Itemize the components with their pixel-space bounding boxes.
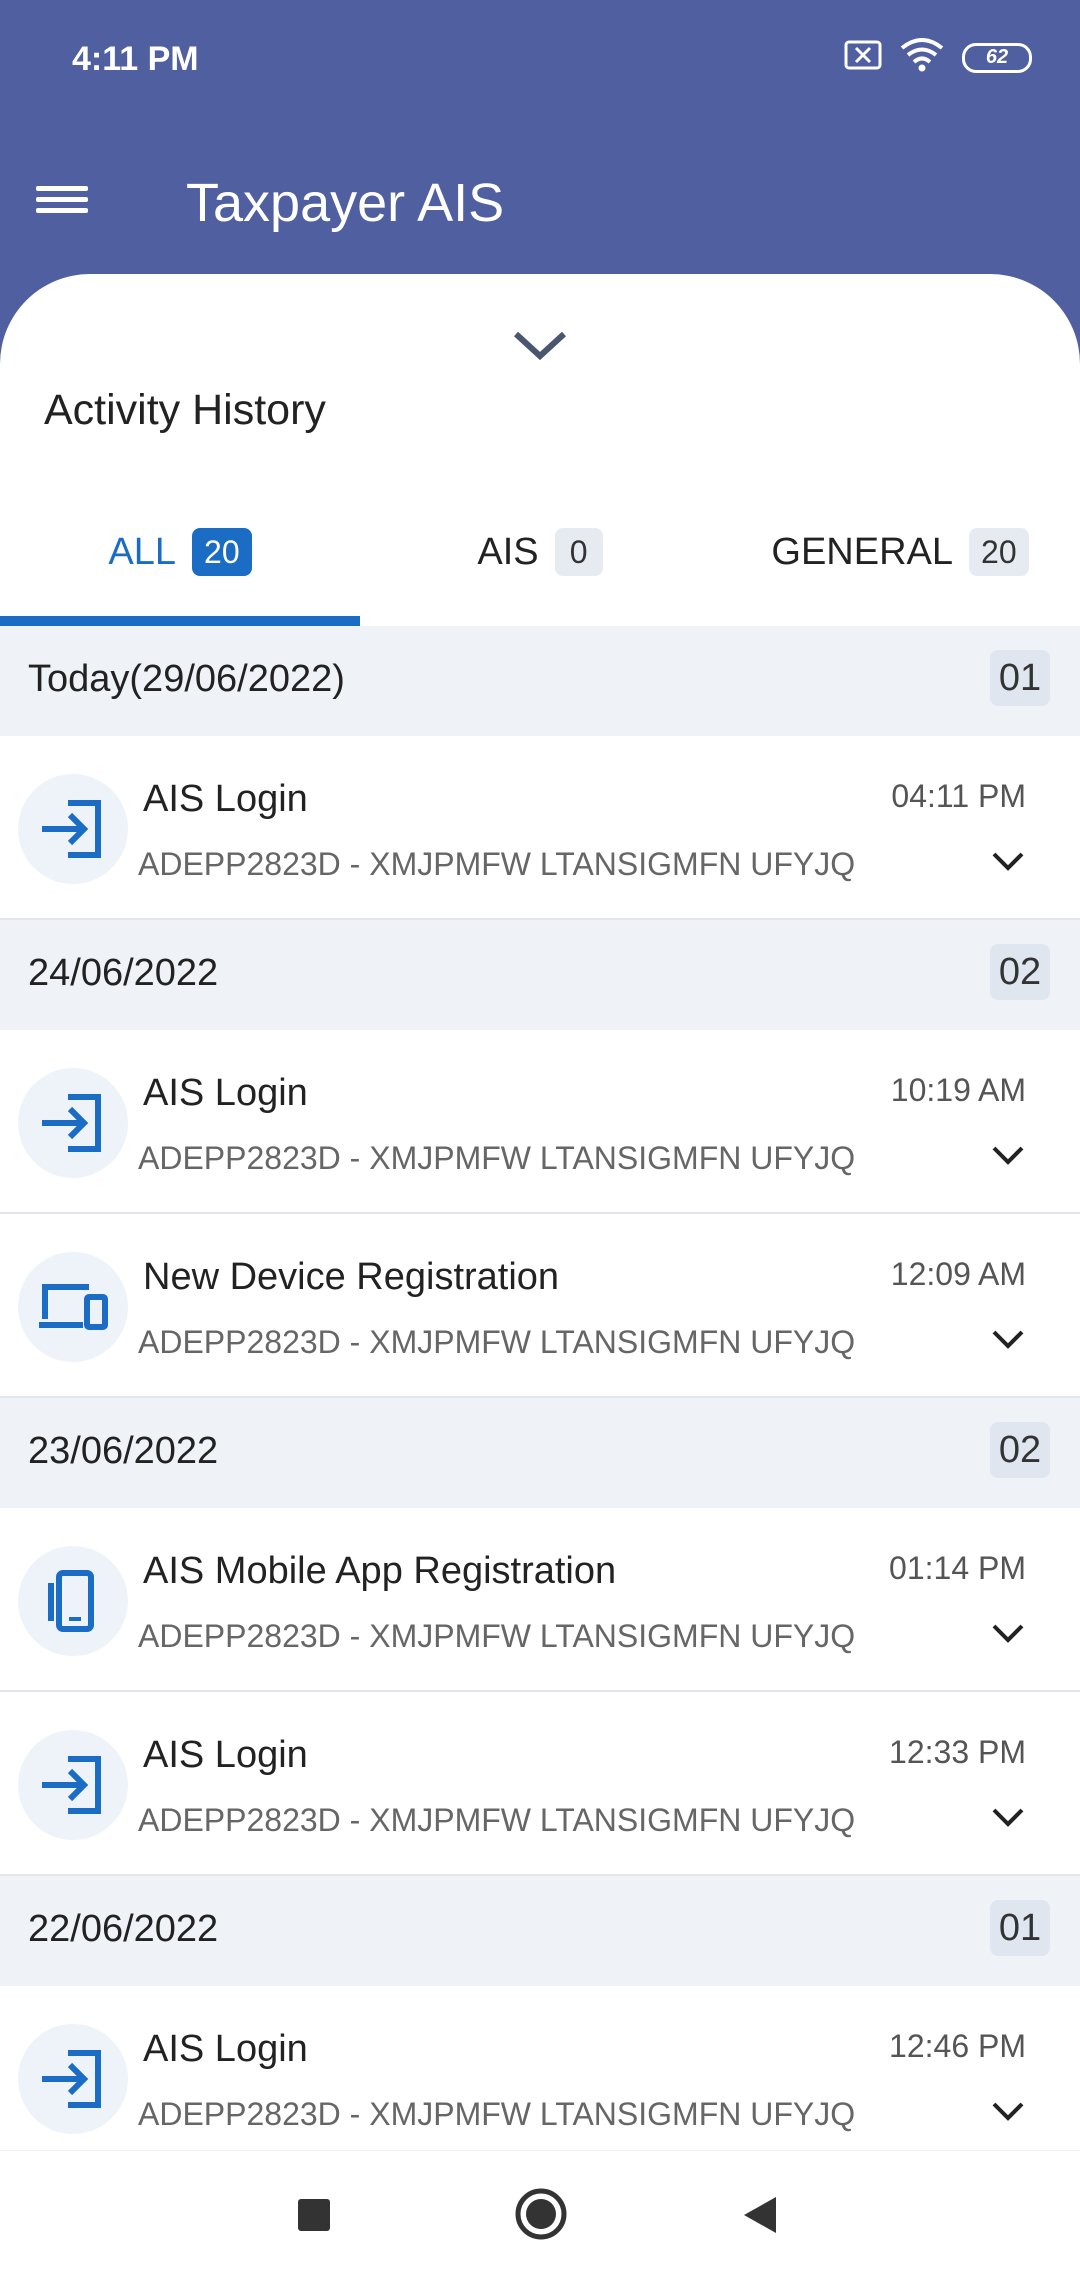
status-icons: 62	[844, 38, 1032, 77]
login-icon	[18, 1068, 128, 1178]
item-subtitle: ADEPP2823D - XMJPMFW LTANSIGMFN UFYJQ	[138, 846, 856, 882]
tab-label: ALL	[108, 530, 177, 573]
recents-button[interactable]	[296, 2197, 332, 2238]
item-title: AIS Login	[143, 2028, 308, 2070]
tab-label: AIS	[477, 530, 539, 573]
tab-count: 20	[192, 528, 252, 576]
item-subtitle: ADEPP2823D - XMJPMFW LTANSIGMFN UFYJQ	[138, 1802, 856, 1838]
menu-icon-bar	[36, 208, 88, 213]
item-title: AIS Login	[143, 1734, 308, 1776]
item-title: New Device Registration	[143, 1256, 560, 1298]
sim-off-icon	[844, 40, 882, 75]
login-icon	[18, 2024, 128, 2134]
group-header: Today(29/06/2022) 01	[0, 626, 1080, 736]
tab-count: 20	[969, 528, 1029, 576]
item-subtitle: ADEPP2823D - XMJPMFW LTANSIGMFN UFYJQ	[138, 1140, 856, 1176]
item-time: 04:11 PM	[891, 778, 1026, 814]
expand-button[interactable]	[988, 1802, 1028, 1832]
group-count: 01	[990, 650, 1050, 706]
item-title: AIS Login	[143, 1072, 308, 1114]
list-item[interactable]: AIS Login ADEPP2823D - XMJPMFW LTANSIGMF…	[0, 1986, 1080, 2150]
group-date: 24/06/2022	[28, 952, 219, 994]
group-count: 02	[990, 1422, 1050, 1478]
tab-general[interactable]: GENERAL 20	[720, 492, 1080, 612]
chevron-down-icon	[513, 331, 567, 361]
item-subtitle: ADEPP2823D - XMJPMFW LTANSIGMFN UFYJQ	[138, 1618, 856, 1654]
system-navbar	[0, 2150, 1080, 2280]
group-date: 22/06/2022	[28, 1908, 219, 1950]
item-subtitle: ADEPP2823D - XMJPMFW LTANSIGMFN UFYJQ	[138, 2096, 856, 2132]
list-item[interactable]: New Device Registration ADEPP2823D - XMJ…	[0, 1214, 1080, 1398]
menu-icon-bar	[36, 186, 88, 191]
expand-button[interactable]	[988, 1324, 1028, 1354]
group-header: 24/06/2022 02	[0, 920, 1080, 1030]
menu-button[interactable]	[36, 180, 96, 228]
group-header: 22/06/2022 01	[0, 1876, 1080, 1986]
mobile-icon	[18, 1546, 128, 1656]
item-title: AIS Mobile App Registration	[143, 1550, 617, 1592]
item-time: 12:46 PM	[889, 2028, 1026, 2064]
login-icon	[18, 774, 128, 884]
list-item[interactable]: AIS Mobile App Registration ADEPP2823D -…	[0, 1508, 1080, 1692]
home-button[interactable]	[514, 2187, 568, 2246]
circle-icon	[515, 2188, 567, 2240]
tab-ais[interactable]: AIS 0	[360, 492, 720, 612]
login-icon	[18, 1730, 128, 1840]
chevron-down-icon	[992, 1808, 1024, 1827]
expand-button[interactable]	[988, 1140, 1028, 1170]
chevron-down-icon	[992, 1146, 1024, 1165]
status-bar: 4:11 PM 62	[0, 0, 1080, 120]
group-date: 23/06/2022	[28, 1430, 219, 1472]
tab-bar: ALL 20 AIS 0 GENERAL 20	[0, 492, 1080, 612]
chevron-down-icon	[992, 1330, 1024, 1349]
menu-icon-bar	[36, 197, 88, 202]
collapse-button[interactable]	[510, 326, 570, 366]
chevron-down-icon	[992, 852, 1024, 871]
chevron-down-icon	[992, 2102, 1024, 2121]
group-count: 01	[990, 1900, 1050, 1956]
item-time: 01:14 PM	[889, 1550, 1026, 1586]
expand-button[interactable]	[988, 846, 1028, 876]
tab-label: GENERAL	[771, 530, 954, 573]
status-time: 4:11 PM	[72, 40, 199, 78]
list-item[interactable]: AIS Login ADEPP2823D - XMJPMFW LTANSIGMF…	[0, 736, 1080, 920]
item-subtitle: ADEPP2823D - XMJPMFW LTANSIGMFN UFYJQ	[138, 1324, 856, 1360]
wifi-icon	[900, 38, 944, 77]
tab-indicator	[0, 616, 360, 626]
devices-icon	[18, 1252, 128, 1362]
list-item[interactable]: AIS Login ADEPP2823D - XMJPMFW LTANSIGMF…	[0, 1692, 1080, 1876]
activity-sheet: Activity History ALL 20 AIS 0 GENERAL 20…	[0, 274, 1080, 2150]
tab-all[interactable]: ALL 20	[0, 492, 360, 612]
triangle-back-icon	[744, 2197, 776, 2233]
item-time: 12:33 PM	[889, 1734, 1026, 1770]
group-header: 23/06/2022 02	[0, 1398, 1080, 1508]
group-date: Today(29/06/2022)	[28, 658, 345, 700]
group-count: 02	[990, 944, 1050, 1000]
item-time: 12:09 AM	[890, 1256, 1026, 1292]
activity-list: Today(29/06/2022) 01 AIS Login ADEPP2823…	[0, 626, 1080, 2150]
sheet-title: Activity History	[44, 386, 326, 434]
tab-count: 0	[554, 528, 603, 576]
app-title: Taxpayer AIS	[186, 173, 505, 233]
square-icon	[298, 2199, 330, 2231]
chevron-down-icon	[992, 1624, 1024, 1643]
expand-button[interactable]	[988, 2096, 1028, 2126]
list-item[interactable]: AIS Login ADEPP2823D - XMJPMFW LTANSIGMF…	[0, 1030, 1080, 1214]
item-time: 10:19 AM	[890, 1072, 1026, 1108]
item-title: AIS Login	[143, 778, 308, 820]
back-button[interactable]	[742, 2195, 778, 2240]
battery-icon: 62	[962, 42, 1032, 73]
expand-button[interactable]	[988, 1618, 1028, 1648]
